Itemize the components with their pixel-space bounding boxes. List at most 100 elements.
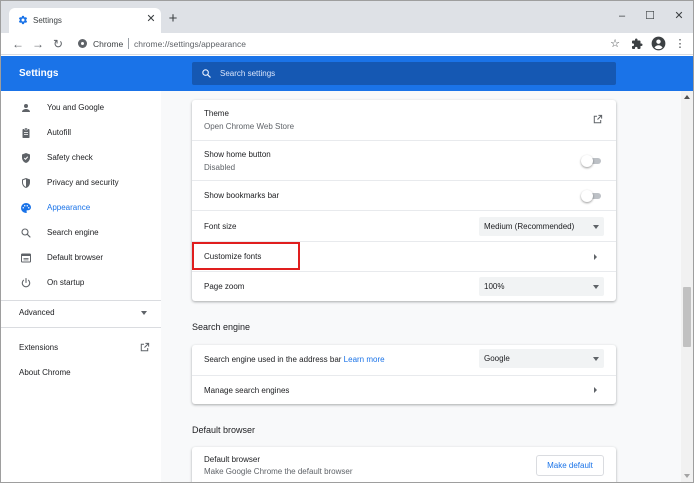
make-default-label: Make default — [547, 461, 593, 470]
tab-settings[interactable]: Settings ✕ — [9, 8, 161, 33]
tab-strip: Settings ✕ + – ☐ ✕ — [1, 1, 693, 33]
page-zoom-row: Page zoom 100% — [192, 271, 616, 301]
home-button-label: Show home button — [204, 150, 271, 159]
close-window-button[interactable]: ✕ — [669, 8, 689, 24]
sidebar-item-label: Default browser — [47, 253, 104, 262]
address-separator — [128, 38, 129, 49]
home-button-toggle[interactable] — [581, 155, 603, 167]
search-engine-value: Google — [484, 354, 510, 363]
home-button-row: Show home button Disabled — [192, 140, 616, 180]
sidebar-advanced-toggle[interactable]: Advanced — [1, 302, 161, 324]
open-in-new-icon — [140, 342, 150, 352]
url-text: chrome://settings/appearance — [134, 39, 246, 49]
browser-window: Settings ✕ + – ☐ ✕ ← → ↻ Chrome chrome:/… — [0, 0, 694, 483]
reload-button[interactable]: ↻ — [50, 36, 66, 52]
default-browser-label: Default browser — [204, 455, 261, 464]
sidebar-item-label: Search engine — [47, 228, 99, 237]
theme-label: Theme — [204, 109, 229, 118]
forward-button[interactable]: → — [30, 36, 46, 52]
manage-search-engines-row[interactable]: Manage search engines — [192, 375, 616, 404]
shield-check-icon — [22, 153, 30, 163]
scroll-thumb[interactable] — [683, 287, 691, 347]
sidebar-item-on-startup[interactable]: On startup — [1, 272, 161, 294]
sidebar-item-safety-check[interactable]: Safety check — [1, 147, 161, 169]
page-zoom-select[interactable]: 100% — [479, 277, 604, 296]
toggle-knob — [581, 190, 593, 202]
search-icon — [202, 69, 211, 78]
browser-icon — [21, 253, 31, 263]
back-button[interactable]: ← — [10, 36, 26, 52]
sidebar-item-label: Autofill — [47, 128, 72, 137]
font-size-label: Font size — [204, 222, 237, 231]
default-browser-sublabel: Make Google Chrome the default browser — [204, 467, 353, 476]
sidebar-item-label: Privacy and security — [47, 178, 119, 187]
chevron-right-icon — [594, 254, 597, 260]
highlight-box — [192, 242, 300, 270]
search-placeholder: Search settings — [220, 69, 276, 78]
sidebar-divider — [1, 327, 161, 328]
search-engine-row: Search engine used in the address bar Le… — [192, 345, 616, 375]
new-tab-button[interactable]: + — [166, 11, 180, 26]
sidebar-item-label: Safety check — [47, 153, 93, 162]
dropdown-arrow-icon — [593, 225, 599, 229]
page-zoom-value: 100% — [484, 282, 505, 291]
shield-icon — [22, 178, 30, 188]
sidebar-item-default-browser[interactable]: Default browser — [1, 247, 161, 269]
search-engine-card: Search engine used in the address bar Le… — [192, 345, 616, 404]
settings-page-title: Settings — [19, 68, 59, 79]
settings-header: Settings Search settings — [1, 56, 693, 91]
scroll-up-arrow-icon[interactable] — [684, 95, 690, 99]
kebab-menu-icon[interactable]: ⋮ — [672, 36, 688, 52]
default-browser-row: Default browser Make Google Chrome the d… — [192, 447, 616, 482]
extensions-label: Extensions — [19, 343, 59, 352]
search-icon — [21, 228, 31, 238]
person-icon — [22, 104, 30, 112]
search-engine-label: Search engine used in the address bar Le… — [204, 355, 385, 364]
search-engine-text: Search engine used in the address bar — [204, 355, 342, 364]
palette-icon — [21, 203, 31, 213]
advanced-label: Advanced — [19, 308, 55, 317]
profile-avatar-icon[interactable] — [651, 36, 666, 51]
sidebar-item-autofill[interactable]: Autofill — [1, 122, 161, 144]
about-chrome-label: About Chrome — [19, 368, 71, 377]
theme-row[interactable]: Theme Open Chrome Web Store — [192, 100, 616, 140]
make-default-button[interactable]: Make default — [536, 455, 604, 476]
address-bar[interactable]: Chrome chrome://settings/appearance — [72, 35, 632, 53]
toggle-knob — [581, 155, 593, 167]
sidebar-item-label: On startup — [47, 278, 85, 287]
learn-more-link[interactable]: Learn more — [344, 355, 385, 364]
sidebar-item-privacy-and-security[interactable]: Privacy and security — [1, 172, 161, 194]
dropdown-arrow-icon — [593, 357, 599, 361]
search-engine-heading: Search engine — [192, 322, 251, 332]
sidebar-item-about-chrome[interactable]: About Chrome — [1, 362, 161, 384]
scroll-down-arrow-icon[interactable] — [684, 474, 690, 478]
sidebar-item-appearance[interactable]: Appearance — [1, 197, 161, 219]
minimize-button[interactable]: – — [612, 8, 632, 24]
bookmarks-bar-toggle[interactable] — [581, 190, 603, 202]
sidebar-item-you-and-google[interactable]: You and Google — [1, 97, 161, 119]
default-browser-heading: Default browser — [192, 425, 256, 435]
close-tab-icon[interactable]: ✕ — [145, 13, 157, 25]
extensions-puzzle-icon[interactable] — [631, 38, 643, 50]
settings-main: Theme Open Chrome Web Store Show home bu… — [161, 91, 681, 482]
home-button-sublabel: Disabled — [204, 163, 236, 172]
theme-sublabel: Open Chrome Web Store — [204, 122, 295, 131]
search-settings-input[interactable]: Search settings — [192, 62, 616, 85]
open-in-new-icon[interactable] — [592, 114, 603, 125]
power-icon — [21, 277, 31, 288]
sidebar-item-label: Appearance — [47, 203, 91, 212]
maximize-button[interactable]: ☐ — [640, 8, 660, 24]
search-engine-select[interactable]: Google — [479, 349, 604, 368]
page-scrollbar[interactable] — [681, 91, 693, 482]
bookmark-star-icon[interactable]: ☆ — [607, 36, 623, 52]
bookmarks-bar-row: Show bookmarks bar — [192, 180, 616, 210]
tab-title: Settings — [33, 16, 62, 25]
sidebar-item-extensions[interactable]: Extensions — [1, 337, 161, 359]
sidebar-item-search-engine[interactable]: Search engine — [1, 222, 161, 244]
browser-toolbar: ← → ↻ Chrome chrome://settings/appearanc… — [1, 33, 693, 55]
default-browser-card: Default browser Make Google Chrome the d… — [192, 447, 616, 482]
sidebar-item-label: You and Google — [47, 103, 105, 112]
font-size-select[interactable]: Medium (Recommended) — [479, 217, 604, 236]
page-zoom-label: Page zoom — [204, 282, 245, 291]
clipboard-icon — [22, 127, 30, 138]
